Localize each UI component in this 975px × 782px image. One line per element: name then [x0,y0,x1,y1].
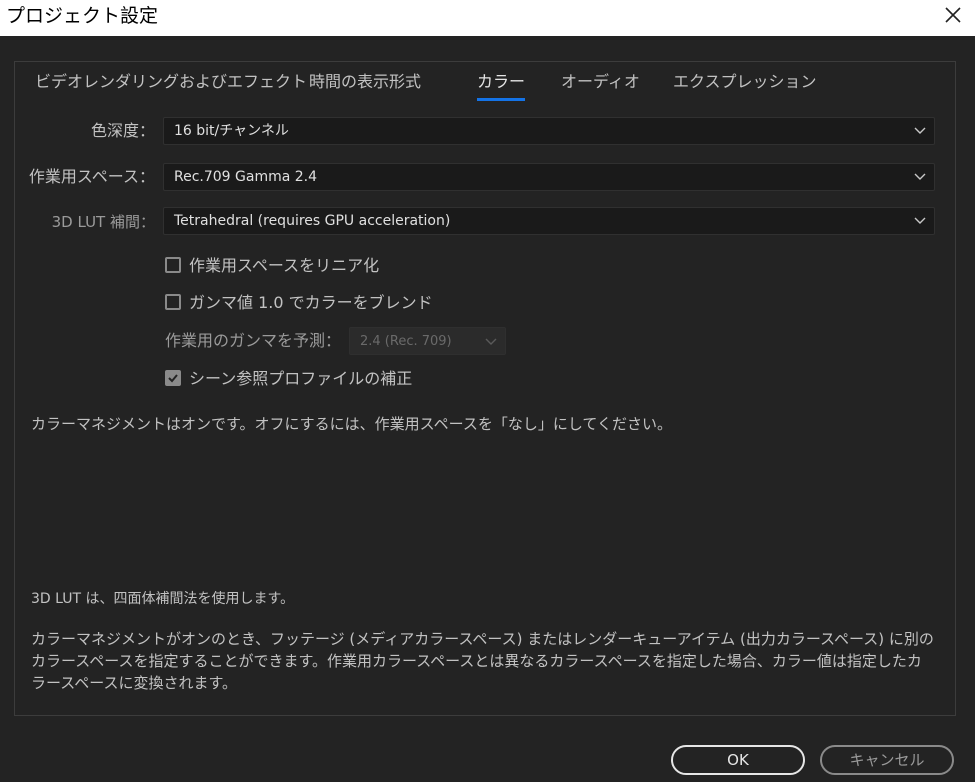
lut-interpolation-value: Tetrahedral (requires GPU acceleration) [174,213,451,229]
checkbox-box [165,370,181,386]
chevron-down-icon [485,338,497,345]
scene-referred-label: シーン参照プロファイルの補正 [189,369,413,388]
lut-note: 3D LUT は、四面体補間法を使用します。 [31,591,295,607]
blend-gamma-checkbox[interactable]: ガンマ値 1.0 でカラーをブレンド [165,292,665,316]
bit-depth-dropdown[interactable]: 16 bit/チャンネル [163,117,935,145]
chevron-down-icon [914,217,926,224]
checkmark-icon [168,374,178,383]
color-management-description: カラーマネジメントがオンのとき、フッテージ (メディアカラースペース) またはレ… [31,630,934,692]
tab-bar: ビデオレンダリングおよびエフェクト 時間の表示形式 カラー オーディオ エクスプ… [15,70,955,102]
lut-interpolation-dropdown[interactable]: Tetrahedral (requires GPU acceleration) [163,207,935,235]
ok-button[interactable]: OK [671,745,805,775]
tab-expressions[interactable]: エクスプレッション [673,70,817,94]
tab-audio[interactable]: オーディオ [561,70,640,94]
bit-depth-label: 色深度： [90,121,155,140]
color-management-status: カラーマネジメントはオンです。オフにするには、作業用スペースを「なし」にしてくだ… [31,415,672,433]
tab-color[interactable]: カラー [477,70,526,101]
lut-interpolation-label: 3D LUT 補間： [51,213,155,231]
settings-panel: ビデオレンダリングおよびエフェクト 時間の表示形式 カラー オーディオ エクスプ… [14,61,956,716]
chevron-down-icon [914,173,926,180]
close-icon [945,7,961,23]
tab-time-display[interactable]: 時間の表示形式 [309,70,421,94]
checkbox-box [165,257,181,273]
linearize-checkbox[interactable]: 作業用スペースをリニア化 [165,255,665,279]
bit-depth-value: 16 bit/チャンネル [174,123,289,139]
close-button[interactable] [937,2,969,30]
checkbox-box [165,294,181,310]
tab-video-rendering[interactable]: ビデオレンダリングおよびエフェクト [35,70,307,94]
linearize-label: 作業用スペースをリニア化 [189,256,380,275]
title-bar: プロジェクト設定 [0,0,975,36]
working-space-value: Rec.709 Gamma 2.4 [174,169,318,185]
gamma-dropdown: 2.4 (Rec. 709) [349,327,506,355]
chevron-down-icon [914,127,926,134]
cancel-button[interactable]: キャンセル [820,745,954,775]
working-space-label: 作業用スペース： [28,167,155,186]
blend-gamma-label: ガンマ値 1.0 でカラーをブレンド [189,293,433,312]
scene-referred-checkbox[interactable]: シーン参照プロファイルの補正 [165,368,665,392]
window-title: プロジェクト設定 [6,5,159,27]
gamma-label: 作業用のガンマを予測： [165,331,342,350]
working-space-dropdown[interactable]: Rec.709 Gamma 2.4 [163,163,935,191]
gamma-value: 2.4 (Rec. 709) [360,334,452,349]
